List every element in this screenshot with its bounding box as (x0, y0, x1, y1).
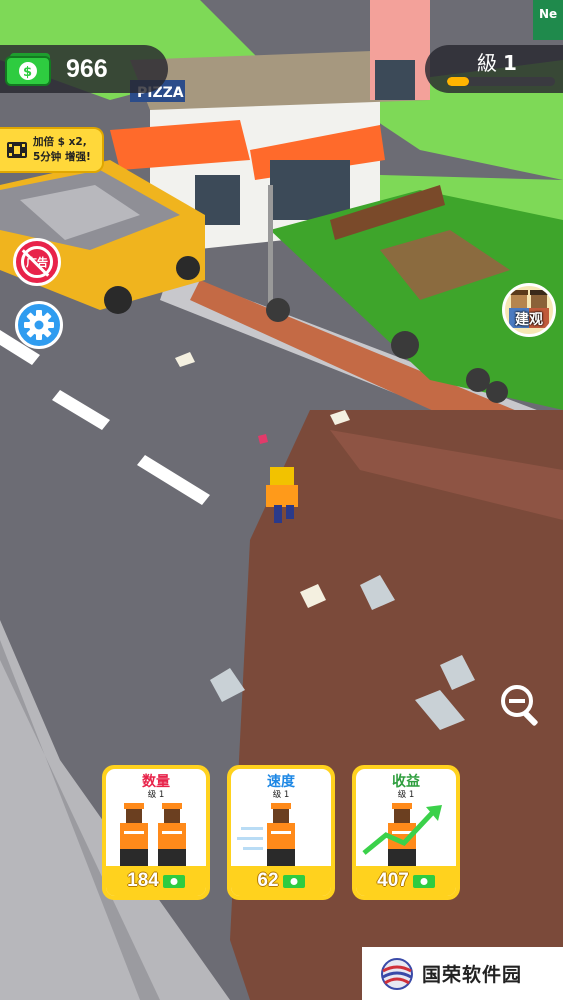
upgrade-cost: 62 (231, 866, 331, 896)
cash-icon (282, 874, 305, 888)
double-money-boost-button[interactable]: 加倍 $ x2, 5分钟 增强! (0, 127, 104, 173)
cash-icon: $ (5, 53, 51, 86)
settings-button[interactable] (15, 301, 63, 349)
money-value: 966 (66, 54, 108, 83)
upgrade-price: 407 (377, 870, 409, 891)
cash-icon (412, 874, 435, 888)
money-counter: $ 966 (0, 45, 168, 93)
level-indicator: 級1 (425, 45, 563, 93)
level-progress-bar (447, 77, 555, 86)
upgrade-card-body: 数量 级 1 184 (106, 769, 206, 896)
speed-worker-icon (237, 803, 295, 867)
upgrade-card-speed[interactable]: 速度 级 1 62 (227, 765, 335, 900)
income-worker-icon (362, 803, 442, 867)
upgrade-card-income[interactable]: 收益 级 1 407 (352, 765, 460, 900)
zoom-out-icon[interactable] (496, 680, 546, 730)
film-icon (7, 142, 27, 158)
upgrade-price: 62 (257, 870, 279, 891)
upgrade-card-body: 速度 级 1 62 (231, 769, 331, 896)
cash-icon (162, 874, 185, 888)
watermark: 国荣软件园 (362, 947, 563, 1000)
boost-line2: 5分钟 增强! (33, 151, 91, 163)
upgrade-price: 184 (127, 870, 159, 891)
svg-text:$: $ (23, 65, 32, 80)
no-ads-label: 广告 (26, 256, 48, 269)
upgrade-cost: 407 (356, 866, 456, 896)
upgrade-cost: 184 (106, 866, 206, 896)
watermark-text: 国荣软件园 (422, 964, 523, 986)
level-label: 級 (477, 51, 497, 75)
spectate-button[interactable]: 建观 (502, 283, 556, 337)
boost-line1: 加倍 $ x2, (33, 136, 87, 148)
boost-text: 加倍 $ x2, 5分钟 增强! (33, 135, 91, 165)
corner-sign: Ne (539, 7, 557, 21)
upgrade-card-count[interactable]: 数量 级 1 184 (102, 765, 210, 900)
level-progress-fill (447, 77, 469, 86)
level-text: 級1 (477, 47, 517, 76)
gear-icon (24, 310, 54, 340)
no-ads-button[interactable]: 广告 (13, 238, 61, 286)
logo-globe-icon (381, 957, 413, 990)
workers-icon (120, 803, 186, 867)
upgrade-card-body: 收益 级 1 407 (356, 769, 456, 896)
level-value: 1 (503, 51, 517, 75)
spectate-label: 建观 (515, 312, 543, 328)
